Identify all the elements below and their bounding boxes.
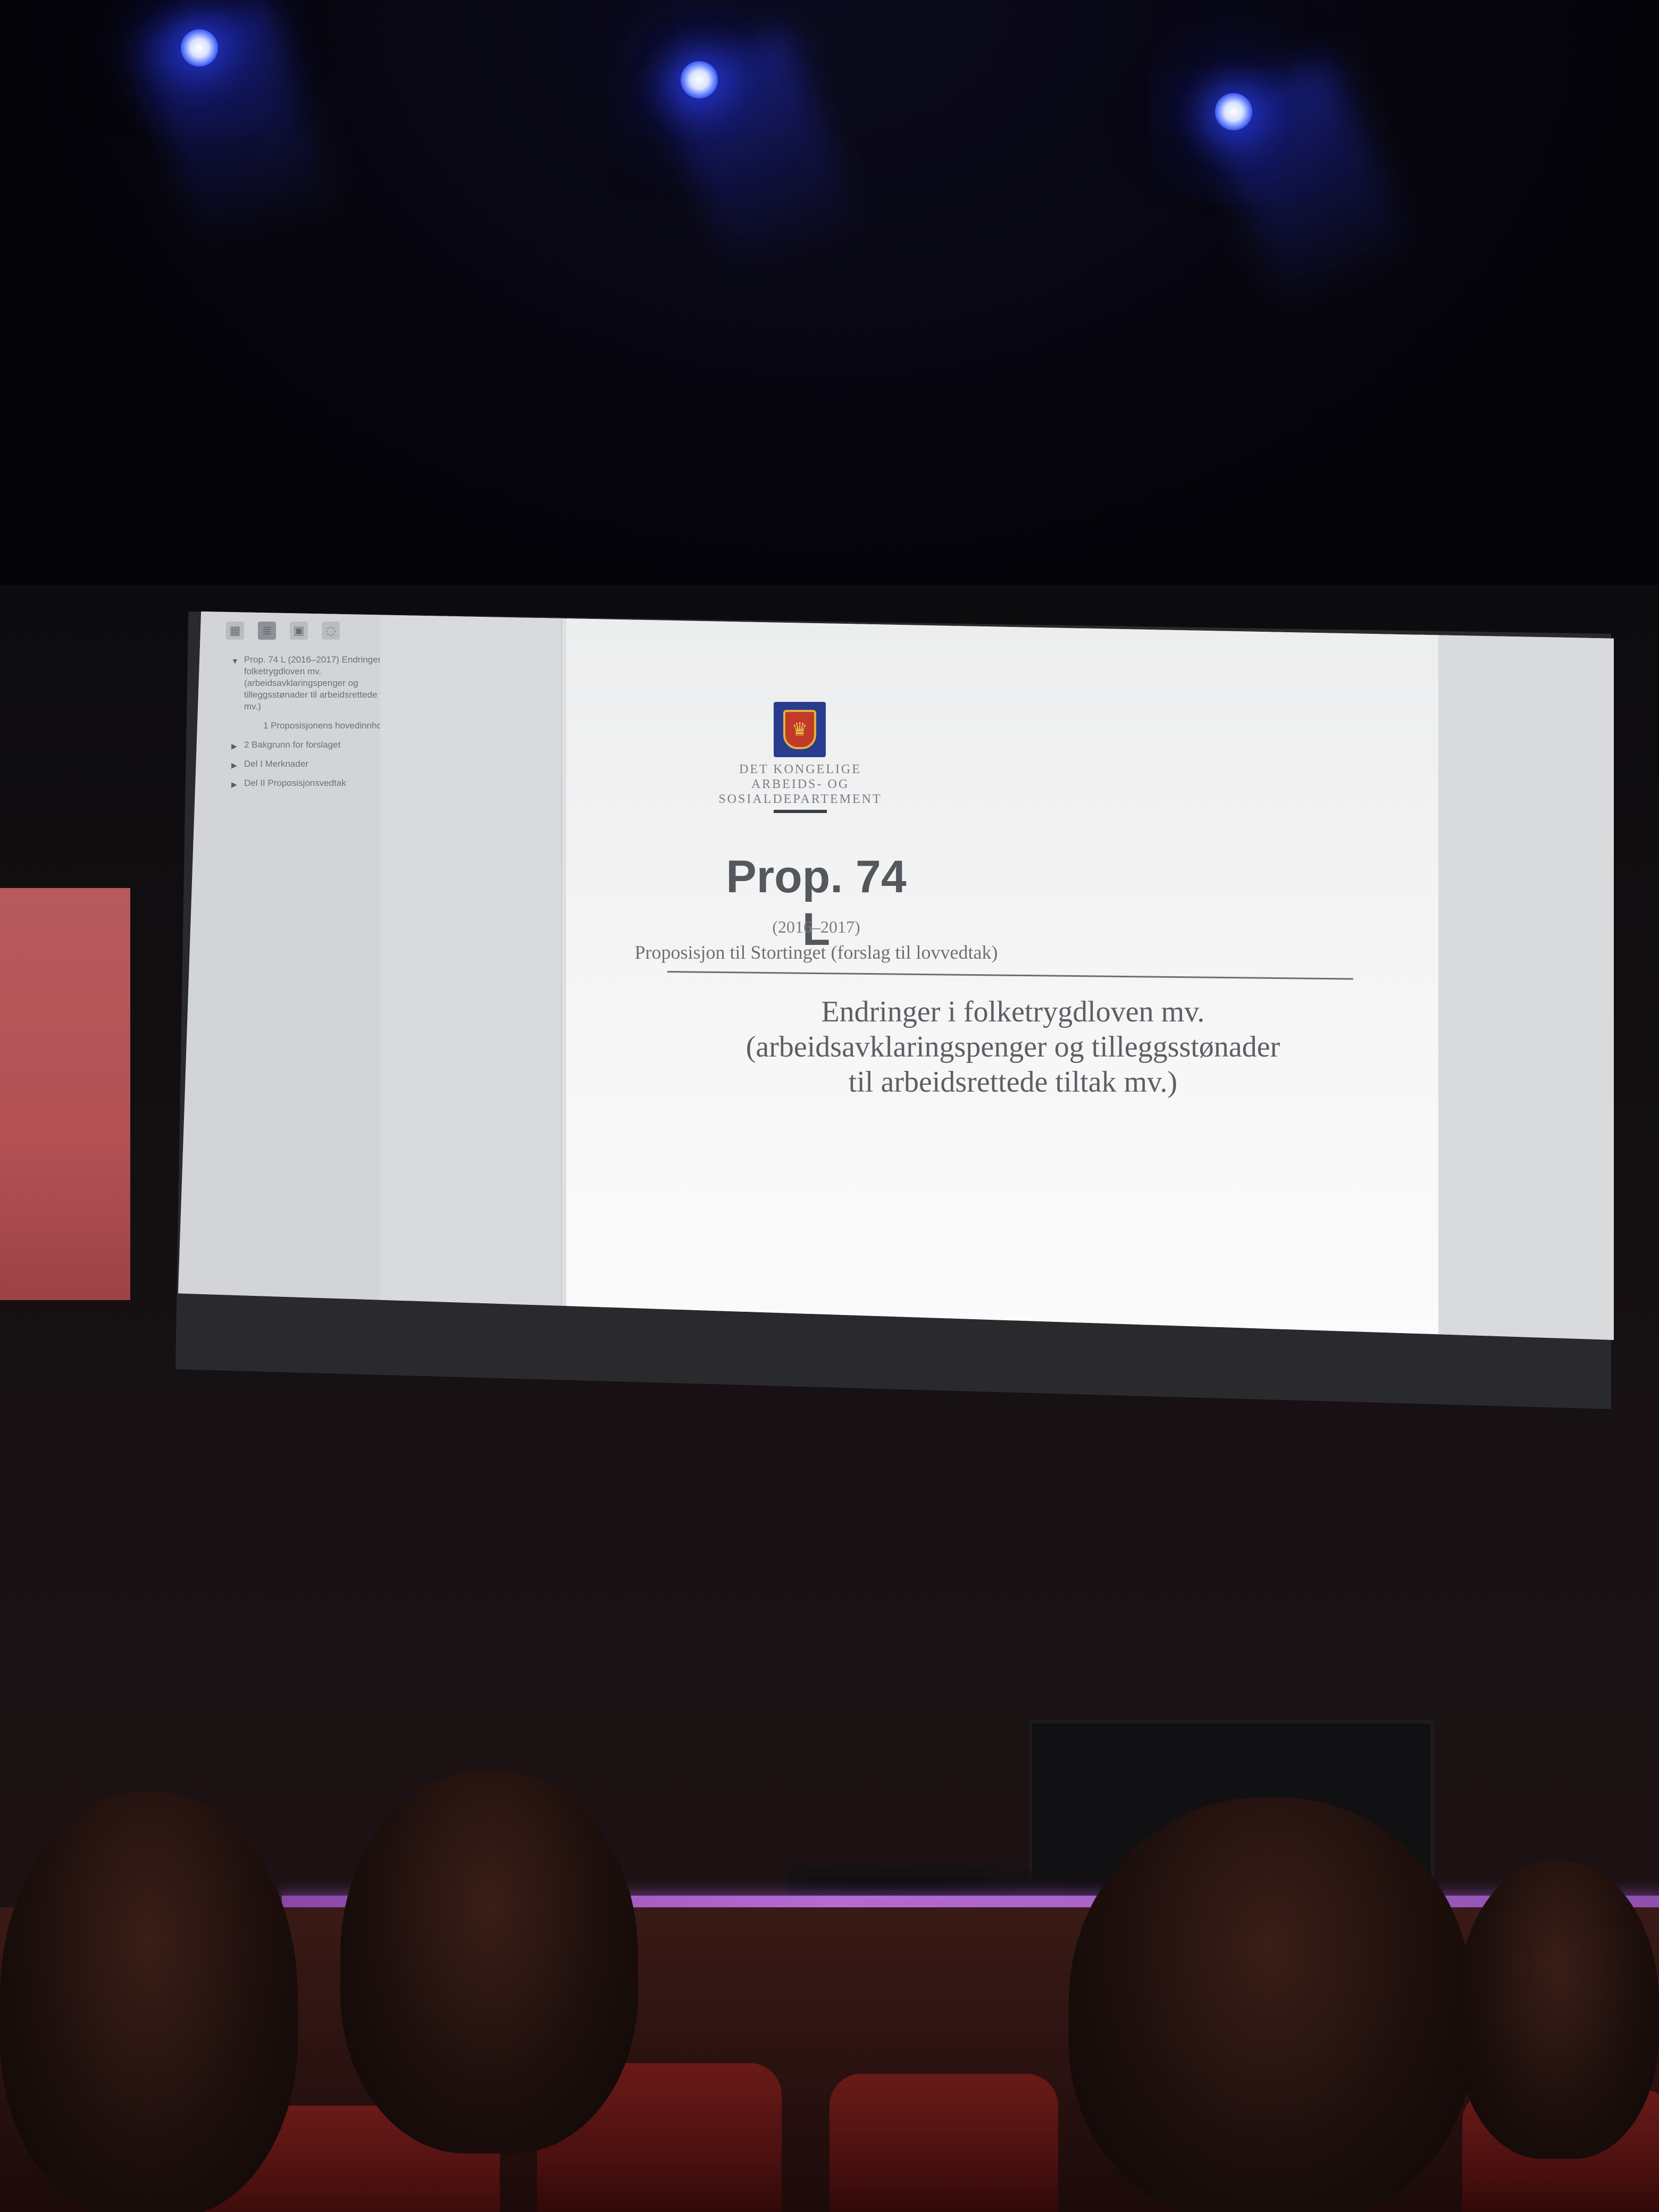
audience-head <box>0 1792 298 2212</box>
collapsed-triangle-icon[interactable]: ▶ <box>231 759 237 771</box>
collapsed-triangle-icon[interactable]: ▶ <box>231 740 237 752</box>
heading-line: Endringer i folketrygdloven mv. <box>821 995 1205 1028</box>
document-heading: Endringer i folketrygdloven mv. (arbeids… <box>641 994 1385 1100</box>
outline-item-label: 1 Proposisjonens hovedinnhold <box>263 720 389 731</box>
pdf-viewer-window: ▦ ≣ ▣ ◌ ☰ ▼ Prop. 74 L (2016–2017) Endri… <box>178 611 1614 1340</box>
thumbnails-icon[interactable]: ▦ <box>226 622 244 640</box>
projection-screen: ▦ ≣ ▣ ◌ ☰ ▼ Prop. 74 L (2016–2017) Endri… <box>178 611 1614 1398</box>
expanded-triangle-icon[interactable]: ▼ <box>231 655 239 667</box>
audience-head <box>1069 1797 1473 2212</box>
outline-sidebar: ▦ ≣ ▣ ◌ ☰ ▼ Prop. 74 L (2016–2017) Endri… <box>178 611 435 1340</box>
layers-icon[interactable]: ◌ <box>322 622 340 640</box>
stage-spotlight <box>181 29 218 66</box>
outline-item-label: Del I Merknader <box>244 759 308 769</box>
audience-head <box>1457 1861 1659 2159</box>
collapsed-triangle-icon[interactable]: ▶ <box>231 778 237 790</box>
side-panel <box>0 888 130 1300</box>
outline-item-label: Del II Proposisjonsvedtak <box>244 778 346 788</box>
lion-shield-icon: ♛ <box>783 710 816 749</box>
page-gutter <box>1438 611 1614 1340</box>
attachments-icon[interactable]: ▣ <box>290 622 308 640</box>
auditorium-seat <box>830 2074 1058 2212</box>
auditorium-photo: ▦ ≣ ▣ ◌ ☰ ▼ Prop. 74 L (2016–2017) Endri… <box>0 0 1659 2212</box>
outline-item-label: Prop. 74 L (2016–2017) Endringer i folke… <box>244 655 399 711</box>
proposition-years: (2016–2017) <box>772 917 860 936</box>
proposition-subtitle: Proposisjon til Stortinget (forslag til … <box>634 942 998 963</box>
stage-spotlight <box>1215 93 1252 130</box>
page-gutter <box>380 611 562 1340</box>
department-line-1: DET KONGELIGE <box>739 763 861 776</box>
department-rule <box>774 810 827 813</box>
audience-head <box>340 1771 638 2154</box>
heading-line: til arbeidsrettede tiltak mv.) <box>848 1066 1178 1099</box>
coat-of-arms-icon: ♛ <box>774 702 826 757</box>
outline-icon[interactable]: ≣ <box>258 622 276 640</box>
department-line-2: ARBEIDS- OG SOSIALDEPARTEMENT <box>718 777 882 806</box>
stage-spotlight <box>681 61 718 98</box>
outline-item-label: 2 Bakgrunn for forslaget <box>244 740 341 750</box>
department-name: DET KONGELIGE ARBEIDS- OG SOSIALDEPARTEM… <box>673 762 928 813</box>
heading-line: (arbeidsavklaringspenger og tilleggsstøn… <box>745 1030 1280 1063</box>
proposition-title: Prop. 74 L <box>726 851 907 955</box>
